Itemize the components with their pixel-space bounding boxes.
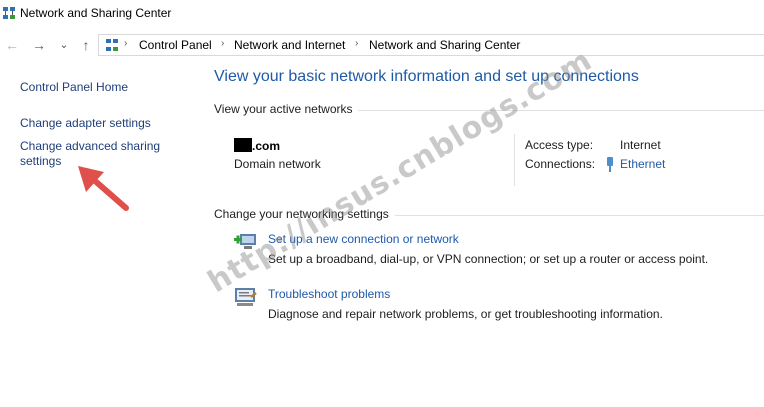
ethernet-icon bbox=[607, 157, 613, 172]
change-settings-header: Change your networking settings bbox=[214, 207, 389, 221]
connections-label: Connections: bbox=[525, 157, 596, 171]
breadcrumb-network-and-sharing-center[interactable]: Network and Sharing Center bbox=[369, 38, 520, 52]
title-bar: Network and Sharing Center bbox=[0, 0, 764, 28]
control-panel-home-link[interactable]: Control Panel Home bbox=[20, 80, 128, 95]
troubleshoot-icon bbox=[235, 288, 257, 306]
access-type-value: Internet bbox=[620, 138, 661, 152]
up-arrow-icon[interactable]: ↑ bbox=[78, 36, 94, 54]
breadcrumb-separator-icon[interactable]: › bbox=[124, 38, 127, 49]
divider bbox=[395, 215, 764, 216]
change-advanced-sharing-link-line2[interactable]: settings bbox=[20, 154, 61, 169]
divider bbox=[358, 110, 764, 111]
task-pane: Control Panel Home Change adapter settin… bbox=[0, 62, 200, 407]
divider bbox=[514, 134, 515, 186]
troubleshoot-problems-link[interactable]: Troubleshoot problems bbox=[268, 287, 390, 301]
troubleshoot-problems-description: Diagnose and repair network problems, or… bbox=[268, 307, 663, 321]
recent-locations-chevron-icon[interactable]: ⌄ bbox=[56, 36, 72, 54]
new-connection-icon bbox=[234, 234, 256, 249]
breadcrumb-separator-icon[interactable]: › bbox=[355, 38, 358, 49]
redacted-block bbox=[234, 138, 252, 152]
annotation-arrow-icon bbox=[78, 166, 129, 211]
back-arrow-icon[interactable]: ← bbox=[4, 36, 20, 54]
window-title: Network and Sharing Center bbox=[20, 6, 172, 20]
change-adapter-settings-link[interactable]: Change adapter settings bbox=[20, 116, 151, 131]
breadcrumb-control-panel[interactable]: Control Panel bbox=[139, 38, 212, 52]
setup-new-connection-description: Set up a broadband, dial-up, or VPN conn… bbox=[268, 252, 709, 266]
change-advanced-sharing-link-line1[interactable]: Change advanced sharing bbox=[20, 139, 160, 154]
network-center-icon bbox=[106, 39, 118, 51]
forward-arrow-icon[interactable]: → bbox=[31, 36, 47, 54]
address-bar[interactable]: › Control Panel › Network and Internet ›… bbox=[98, 34, 764, 56]
ethernet-connection-link[interactable]: Ethernet bbox=[620, 157, 665, 171]
active-networks-header: View your active networks bbox=[214, 102, 353, 116]
network-category: Domain network bbox=[234, 157, 321, 171]
page-title: View your basic network information and … bbox=[214, 68, 639, 85]
breadcrumb-separator-icon[interactable]: › bbox=[221, 38, 224, 49]
breadcrumb-network-and-internet[interactable]: Network and Internet bbox=[234, 38, 345, 52]
network-center-icon bbox=[3, 7, 15, 19]
access-type-label: Access type: bbox=[525, 138, 594, 152]
network-name: .com bbox=[234, 138, 280, 153]
setup-new-connection-link[interactable]: Set up a new connection or network bbox=[268, 232, 459, 246]
